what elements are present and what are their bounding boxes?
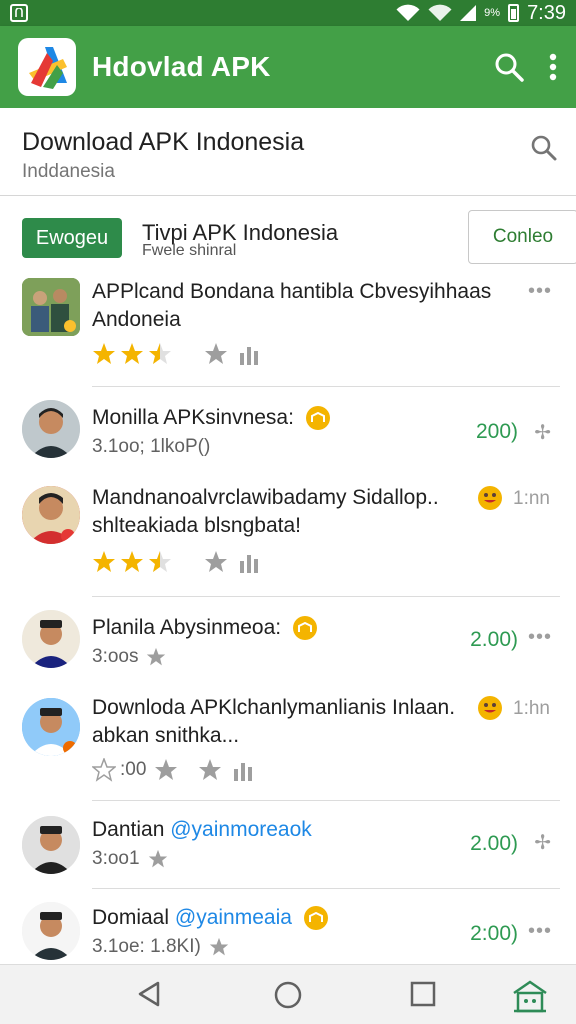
divider — [92, 888, 560, 889]
list-item[interactable]: Domiaal @yainmeaia 3.1oe: 1.8KI) 2:00) •… — [0, 900, 576, 964]
star-icon — [199, 759, 222, 780]
battery-icon — [508, 4, 520, 22]
app-title: Hdovlad APK — [92, 51, 271, 82]
app-logo[interactable] — [18, 38, 76, 96]
more-vert-icon[interactable] — [548, 53, 558, 81]
star-icon — [147, 647, 166, 666]
clock: 7:39 — [527, 1, 566, 24]
avatar — [22, 698, 80, 756]
more-options-icon[interactable]: ••• — [528, 920, 552, 943]
system-nav-bar — [0, 964, 576, 1024]
mention-link[interactable]: @yainmeaia — [175, 906, 292, 929]
list-item[interactable]: Mandnanoalvrclawibadamy Sidallop.. shlte… — [0, 482, 576, 597]
wifi-icon — [396, 4, 420, 21]
item-count: 2.00) — [470, 832, 518, 855]
item-title: Planila Abysinmeoa: — [92, 616, 317, 641]
divider — [92, 800, 560, 801]
home-icon[interactable] — [272, 979, 304, 1011]
star-icon — [205, 343, 227, 364]
store-icon[interactable] — [510, 979, 550, 1015]
star-icon — [148, 849, 167, 868]
list-item[interactable]: Dantian @yainmoreaok 3:oo1 2.00) ✢ — [0, 812, 576, 889]
item-time: 1:hn — [513, 698, 550, 719]
list-item[interactable]: APPlcand Bondana hantibla Cbvesyihhaas A… — [0, 276, 576, 387]
filter-row: Ewogeu Tivpi APK Indonesia Fwele shinral… — [0, 206, 576, 268]
item-meta: 3.1oe: 1.8KI) — [92, 936, 229, 958]
item-title-line2: shlteakiada blsngbata! — [92, 514, 301, 537]
star-outline-icon — [92, 758, 116, 782]
list-item[interactable]: Monilla APKsinvnesa: 3.1oo; 1lkoP() 200)… — [0, 396, 576, 466]
app-bar: Hdovlad APK — [0, 26, 576, 108]
list-item[interactable]: Downloda APKlchanlymanlianis Inlaan. abk… — [0, 694, 576, 804]
item-title: Monilla APKsinvnesa: — [92, 406, 330, 431]
stats-icon — [240, 347, 258, 365]
item-count: 2:00) — [470, 922, 518, 945]
item-title: Mandnanoalvrclawibadamy Sidallop.. — [92, 486, 439, 509]
back-icon[interactable] — [134, 979, 164, 1009]
signal-icon — [460, 5, 477, 21]
item-meta: 3:oos — [92, 646, 166, 668]
item-meta: 3.1oo; 1lkoP() — [92, 436, 211, 457]
avatar — [22, 400, 80, 458]
rating-stars: :00 — [92, 758, 254, 782]
emoji-icon — [305, 406, 330, 431]
item-meta: :00 — [120, 759, 147, 780]
emoji-icon — [478, 486, 502, 510]
notification-box-icon — [10, 4, 28, 22]
star-icon — [155, 759, 178, 780]
item-time: 1:nn — [513, 488, 550, 509]
emoji-icon — [478, 696, 502, 720]
category-badge[interactable]: Ewogeu — [22, 218, 122, 258]
avatar — [22, 278, 80, 336]
item-meta: 3:oo1 — [92, 848, 168, 870]
item-count: 2.00) — [470, 628, 518, 651]
mention-link[interactable]: @yainmoreaok — [170, 818, 312, 841]
emoji-icon — [303, 906, 328, 931]
star-icon — [205, 551, 227, 572]
item-title-line2: abkan snithka... — [92, 724, 240, 747]
filter-subtitle: Fwele shinral — [142, 242, 237, 259]
avatar — [22, 610, 80, 668]
avatar — [22, 486, 80, 544]
search-subtitle: Inddanesia — [22, 161, 115, 182]
stats-icon — [234, 763, 253, 781]
rating-stars — [92, 550, 260, 574]
divider — [92, 596, 560, 597]
search-card[interactable]: Download APK Indonesia Inddanesia — [0, 108, 576, 196]
recents-icon[interactable] — [408, 979, 438, 1009]
more-options-icon[interactable]: ••• — [528, 626, 552, 649]
more-options-icon[interactable]: ••• — [528, 280, 552, 303]
divider — [92, 386, 560, 387]
item-title-line2: Andoneia — [92, 308, 181, 331]
item-title: Domiaal @yainmeaia — [92, 906, 328, 931]
avatar — [22, 816, 80, 874]
search-title: Download APK Indonesia — [22, 128, 305, 156]
stats-icon — [240, 555, 258, 573]
emoji-icon — [292, 616, 317, 641]
status-bar: 9% 7:39 — [0, 0, 576, 26]
rating-stars — [92, 342, 260, 366]
connect-button[interactable]: Conleo — [468, 210, 576, 264]
search-icon[interactable] — [494, 52, 524, 82]
star-outline-icon[interactable]: ✢ — [534, 830, 552, 855]
item-title: APPlcand Bondana hantibla Cbvesyihhaas — [92, 280, 492, 303]
avatar — [22, 902, 80, 960]
item-count: 200) — [475, 420, 518, 443]
item-title: Downloda APKlchanlymanlianis Inlaan. — [92, 696, 456, 719]
wifi-secondary-icon — [428, 4, 452, 21]
item-title: Dantian @yainmoreaok — [92, 818, 312, 841]
list-item[interactable]: Planila Abysinmeoa: 3:oos 2.00) ••• — [0, 606, 576, 676]
star-icon — [209, 937, 228, 956]
star-outline-icon[interactable]: ✢ — [534, 420, 552, 445]
search-icon[interactable] — [530, 134, 558, 167]
battery-percent: 9% — [484, 7, 501, 19]
